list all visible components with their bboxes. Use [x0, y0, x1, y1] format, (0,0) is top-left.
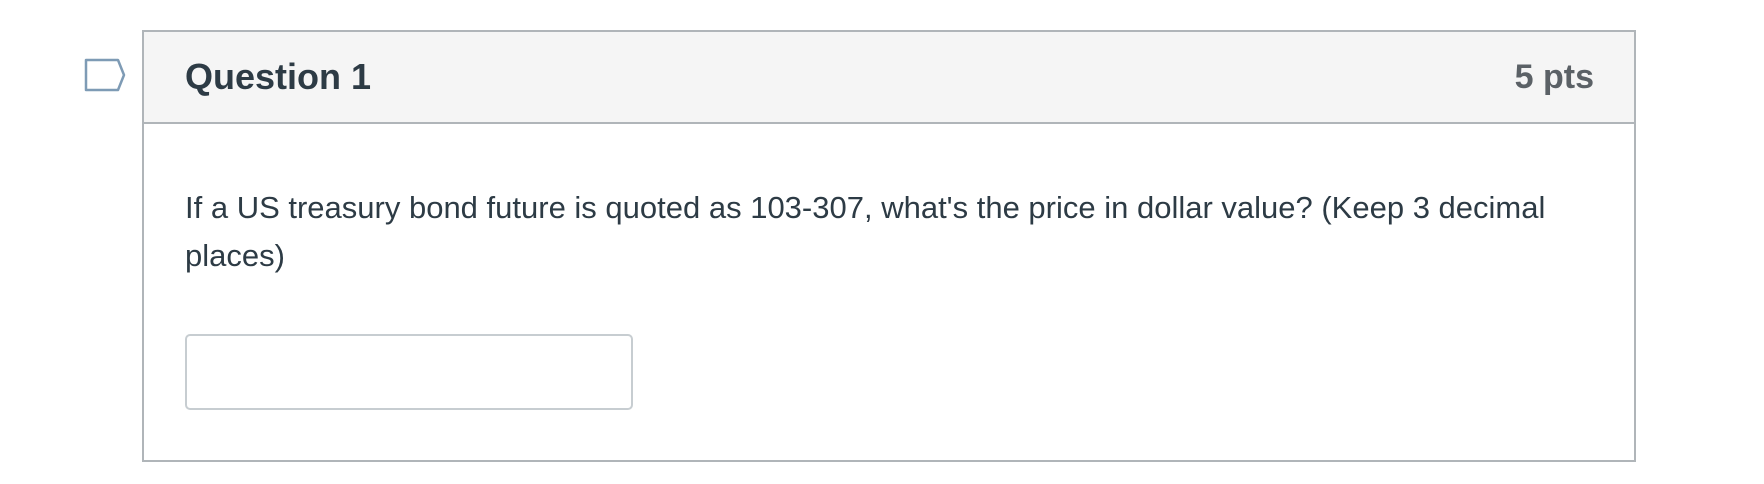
bookmark-flag-icon — [84, 58, 126, 92]
answer-input[interactable] — [185, 334, 633, 410]
question-header: Question 1 5 pts — [144, 32, 1634, 124]
flag-question-icon[interactable] — [84, 58, 126, 92]
question-text: If a US treasury bond future is quoted a… — [185, 190, 1546, 273]
question-card: Question 1 5 pts If a US treasury bond f… — [142, 30, 1636, 462]
question-title: Question 1 — [185, 56, 372, 97]
question-body: If a US treasury bond future is quoted a… — [144, 124, 1634, 410]
question-points: 5 pts — [1514, 57, 1594, 96]
